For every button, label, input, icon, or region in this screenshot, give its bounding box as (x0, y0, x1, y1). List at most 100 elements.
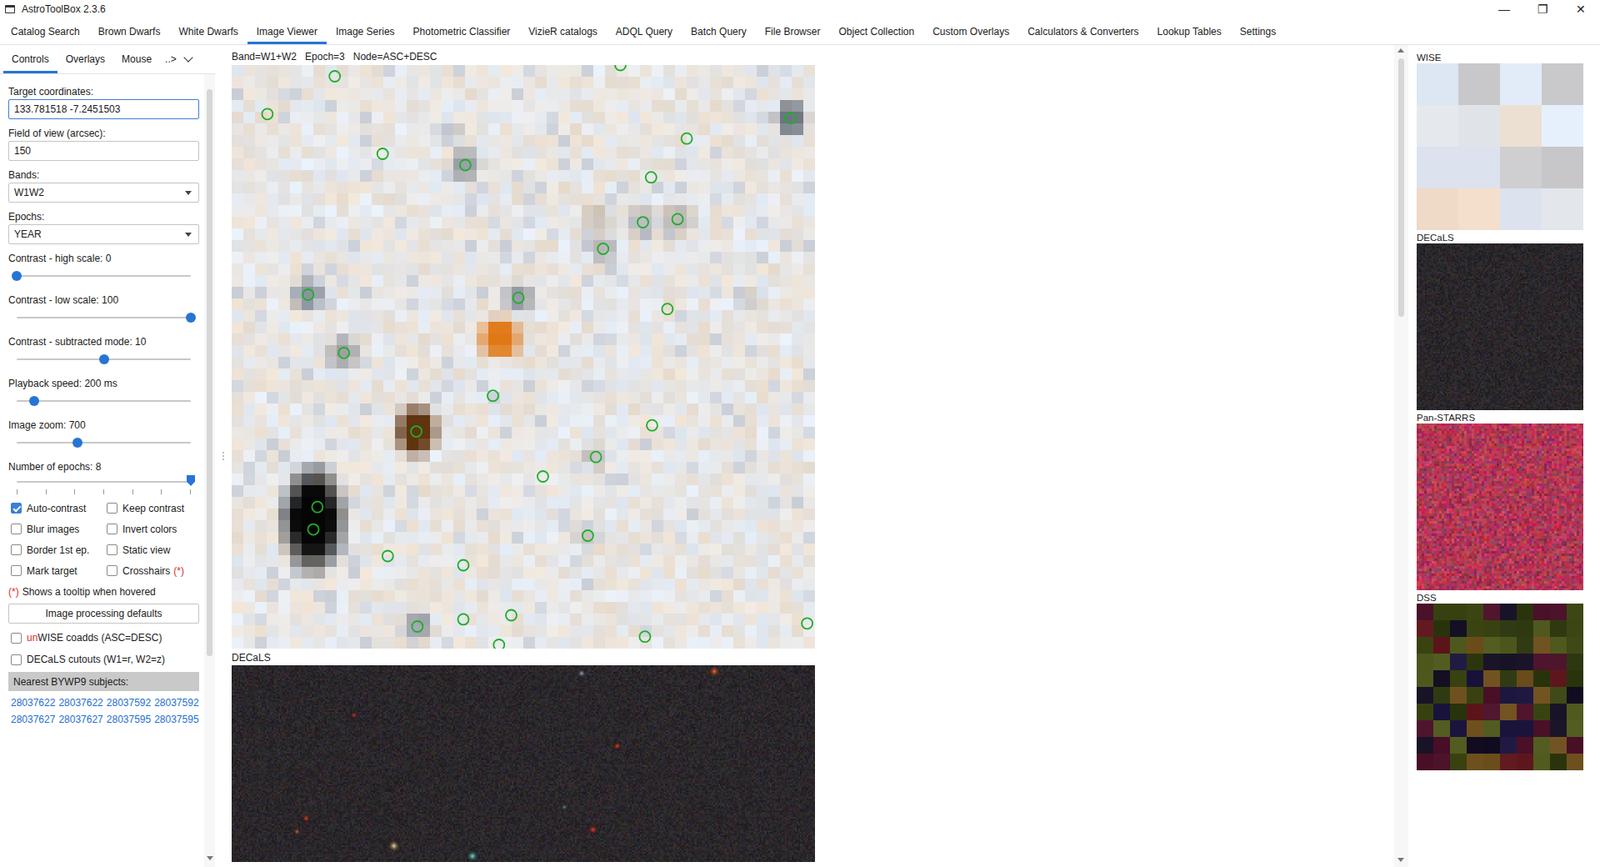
menu-tab[interactable]: Calculators & Converters (1018, 18, 1148, 45)
menu-tab[interactable]: Catalog Search (1, 18, 90, 45)
slider[interactable] (16, 349, 191, 370)
checkbox[interactable] (106, 544, 118, 555)
slider[interactable] (16, 432, 191, 453)
subject-link[interactable]: 28037627 (10, 713, 55, 725)
checkbox-row[interactable]: Auto-contrast (8, 497, 105, 519)
slider-knob[interactable] (11, 270, 22, 281)
catalog-marker[interactable] (308, 524, 320, 535)
checkbox[interactable] (10, 565, 22, 576)
slider-knob[interactable] (72, 437, 83, 448)
catalog-marker[interactable] (338, 347, 350, 359)
checkbox[interactable] (10, 502, 22, 514)
catalog-marker[interactable] (505, 610, 517, 621)
menu-tab[interactable]: ADQL Query (606, 18, 682, 45)
menu-tab[interactable]: Batch Query (681, 18, 756, 45)
checkbox[interactable] (10, 544, 22, 555)
menu-tab[interactable]: Custom Overlays (923, 18, 1019, 45)
checkbox[interactable] (106, 523, 118, 535)
menu-tab[interactable]: White Dwarfs (169, 18, 247, 45)
dropdown[interactable]: YEAR (8, 224, 200, 245)
catalog-marker[interactable] (582, 530, 594, 541)
catalog-marker[interactable] (681, 133, 693, 145)
menu-tab[interactable]: Object Collection (829, 18, 924, 45)
catalog-marker[interactable] (801, 617, 813, 629)
catalog-marker[interactable] (377, 148, 389, 160)
sub-tab[interactable]: Controls (3, 45, 58, 74)
subject-link[interactable]: 28037595 (154, 713, 199, 725)
catalog-marker[interactable] (645, 171, 657, 183)
chevron-down-icon[interactable] (183, 52, 193, 62)
slider-knob[interactable] (29, 395, 40, 406)
decals-image[interactable] (231, 665, 815, 862)
option-checkbox[interactable]: unWISE coadds (ASC=DESC) (8, 626, 200, 649)
catalog-marker[interactable] (646, 420, 658, 431)
subject-link[interactable]: 28037595 (106, 713, 151, 725)
checkbox[interactable] (10, 523, 22, 535)
checkbox[interactable] (10, 654, 22, 665)
minimize-button[interactable]: — (1485, 0, 1524, 19)
image-frame[interactable] (231, 65, 815, 649)
checkbox-row[interactable]: Static view (104, 539, 200, 560)
menu-tab[interactable]: File Browser (755, 18, 830, 45)
catalog-marker[interactable] (458, 613, 470, 625)
catalog-marker[interactable] (329, 70, 340, 82)
catalog-marker[interactable] (382, 550, 394, 562)
catalog-marker[interactable] (493, 639, 505, 649)
menu-tab[interactable]: Lookup Tables (1148, 18, 1231, 45)
catalog-marker[interactable] (458, 560, 470, 571)
menu-tab[interactable]: Image Viewer (247, 18, 327, 45)
thumbnail-image[interactable] (1416, 63, 1584, 230)
defaults-button[interactable]: Image processing defaults (8, 603, 200, 624)
slider[interactable] (16, 474, 191, 490)
dropdown[interactable]: W1W2 (8, 182, 200, 203)
catalog-marker[interactable] (487, 390, 499, 401)
slider-knob[interactable] (186, 475, 195, 486)
checkbox-row[interactable]: Invert colors (104, 518, 200, 540)
checkbox-row[interactable]: Blur images (8, 518, 105, 540)
viewer-scrollbar[interactable] (1394, 45, 1409, 867)
catalog-marker[interactable] (411, 620, 423, 632)
menu-tab[interactable]: Settings (1230, 18, 1285, 45)
checkbox-row[interactable]: Crosshairs(*) (104, 560, 200, 581)
thumbnail-image[interactable] (1416, 243, 1584, 410)
subject-link[interactable]: 28037627 (58, 713, 103, 725)
catalog-marker[interactable] (410, 425, 422, 437)
wise-image[interactable] (231, 65, 815, 649)
subject-link[interactable]: 28037622 (58, 696, 103, 709)
slider-knob[interactable] (185, 312, 196, 323)
menu-tab[interactable]: VizieR catalogs (519, 18, 607, 45)
checkbox-row[interactable]: Mark target (8, 560, 105, 581)
checkbox-row[interactable]: Keep contrast (104, 497, 200, 519)
maximize-button[interactable]: ❐ (1523, 0, 1562, 19)
catalog-marker[interactable] (637, 216, 649, 228)
catalog-marker[interactable] (311, 501, 323, 513)
subject-link[interactable]: 28037592 (154, 696, 199, 709)
catalog-marker[interactable] (597, 243, 609, 255)
catalog-marker[interactable] (513, 292, 525, 304)
left-scrollbar[interactable] (204, 74, 215, 867)
catalog-marker[interactable] (639, 630, 650, 642)
splitter[interactable] (215, 45, 232, 867)
scroll-up-icon[interactable] (1397, 48, 1405, 53)
more-tabs-button[interactable]: ..> (160, 45, 180, 74)
catalog-marker[interactable] (302, 289, 314, 300)
sub-tab[interactable]: Overlays (57, 45, 114, 74)
slider[interactable] (16, 390, 191, 411)
subject-link[interactable]: 28037622 (10, 696, 55, 709)
text-field[interactable]: 133.781518 -7.2451503 (8, 99, 200, 120)
thumbnail-image[interactable] (1416, 603, 1584, 770)
menu-tab[interactable]: Brown Dwarfs (89, 18, 170, 45)
scroll-thumb[interactable] (1398, 58, 1405, 317)
catalog-marker[interactable] (785, 112, 797, 124)
scroll-down-icon[interactable] (1397, 857, 1405, 862)
scroll-down-icon[interactable] (206, 855, 214, 860)
checkbox[interactable] (106, 565, 118, 576)
menu-tab[interactable]: Photometric Classifier (404, 18, 520, 45)
menu-tab[interactable]: Image Series (326, 18, 405, 45)
sub-tab[interactable]: Mouse (113, 45, 160, 74)
catalog-marker[interactable] (590, 451, 602, 463)
scroll-thumb[interactable] (206, 89, 213, 656)
checkbox[interactable] (10, 632, 22, 644)
catalog-marker[interactable] (537, 470, 549, 482)
slider[interactable] (16, 307, 191, 328)
